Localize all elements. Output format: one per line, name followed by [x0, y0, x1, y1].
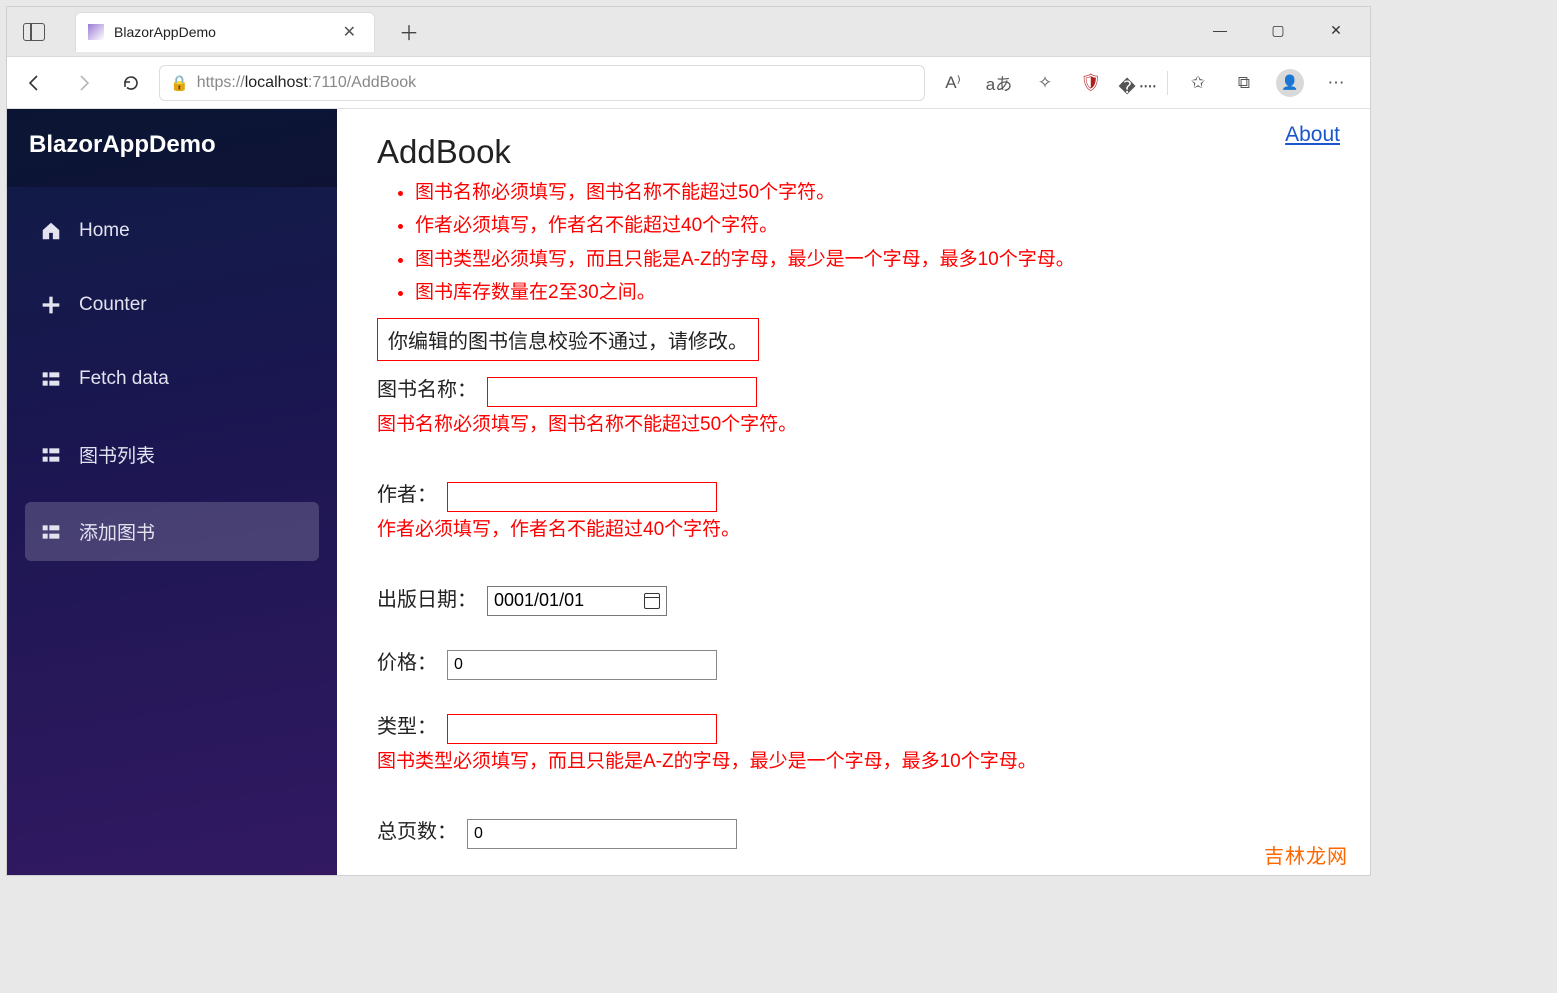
watermark-text: 吉林龙网	[1264, 840, 1348, 869]
favorites-bar-icon[interactable]: ✩	[1178, 63, 1218, 103]
adblock-icon[interactable]: 🛡	[1071, 63, 1111, 103]
sidebar-item-addbook[interactable]: 添加图书	[25, 502, 319, 561]
title-bar: BlazorAppDemo ✕ ＋ — ▢ ✕	[7, 7, 1370, 57]
field-type-label: 类型：	[377, 710, 437, 739]
menu-icon[interactable]: ⋯	[1316, 63, 1356, 103]
validation-summary-box: 你编辑的图书信息校验不通过，请修改。	[377, 318, 759, 361]
address-bar: 🔒 https://localhost:7110/AddBook A⁾ aあ ✧…	[7, 57, 1370, 109]
browser-window: BlazorAppDemo ✕ ＋ — ▢ ✕ 🔒 https://localh…	[6, 6, 1371, 876]
favorite-icon[interactable]: ✧	[1025, 63, 1065, 103]
field-name-label: 图书名称：	[377, 373, 477, 402]
tab-favicon-icon	[88, 24, 104, 40]
new-tab-button[interactable]: ＋	[385, 17, 433, 46]
nav-list: Home Counter Fetch data 图书列表 添加图书	[7, 187, 337, 577]
main-content: About AddBook 图书名称必须填写，图书名称不能超过50个字符。 作者…	[337, 109, 1370, 875]
window-close-button[interactable]: ✕	[1308, 13, 1364, 47]
page-title: AddBook	[377, 133, 1340, 171]
minimize-button[interactable]: —	[1192, 13, 1248, 47]
validation-summary-list: 图书名称必须填写，图书名称不能超过50个字符。 作者必须填写，作者名不能超过40…	[415, 177, 1340, 308]
page-viewport: BlazorAppDemo Home Counter Fetch data 图书…	[7, 109, 1370, 875]
list-icon	[39, 367, 63, 391]
toolbar-icons: A⁾ aあ ✧ 🛡 �᠁ ✩ ⧉ 👤 ⋯	[933, 63, 1362, 103]
translate-icon[interactable]: aあ	[979, 63, 1019, 103]
about-link[interactable]: About	[1285, 123, 1340, 147]
field-price-label: 价格：	[377, 646, 437, 675]
calendar-icon[interactable]	[644, 593, 660, 609]
field-name-error: 图书名称必须填写，图书名称不能超过50个字符。	[377, 409, 1340, 436]
home-icon	[39, 219, 63, 243]
lock-icon: 🔒	[170, 74, 189, 92]
tab-title: BlazorAppDemo	[114, 24, 327, 40]
url-input[interactable]: 🔒 https://localhost:7110/AddBook	[159, 65, 925, 101]
window-controls: — ▢ ✕	[1192, 13, 1364, 47]
extensions-icon[interactable]: �᠁	[1117, 63, 1157, 103]
field-pages-row: 总页数：	[377, 815, 1340, 849]
maximize-button[interactable]: ▢	[1250, 13, 1306, 47]
divider	[1167, 71, 1168, 95]
field-date-input[interactable]: 0001/01/01	[487, 586, 667, 616]
collections-icon[interactable]: ⧉	[1224, 63, 1264, 103]
back-button[interactable]	[15, 63, 55, 103]
url-text: https://localhost:7110/AddBook	[197, 74, 416, 92]
browser-tab[interactable]: BlazorAppDemo ✕	[75, 12, 375, 52]
sidebar-item-counter[interactable]: Counter	[25, 277, 319, 333]
tab-close-icon[interactable]: ✕	[337, 20, 362, 44]
field-price-row: 价格：	[377, 646, 1340, 680]
plus-icon	[39, 293, 63, 317]
validation-error-item: 作者必须填写，作者名不能超过40个字符。	[415, 210, 1340, 241]
title-left: BlazorAppDemo ✕ ＋	[7, 12, 433, 52]
field-type-row: 类型：	[377, 710, 1340, 744]
field-price-input[interactable]	[447, 650, 717, 680]
panel-toggle-icon[interactable]	[23, 23, 45, 41]
forward-button[interactable]	[63, 63, 103, 103]
sidebar: BlazorAppDemo Home Counter Fetch data 图书…	[7, 109, 337, 875]
sidebar-item-label: Home	[79, 220, 130, 242]
read-aloud-icon[interactable]: A⁾	[933, 63, 973, 103]
field-author-label: 作者：	[377, 478, 437, 507]
sidebar-item-fetchdata[interactable]: Fetch data	[25, 351, 319, 407]
field-date-label: 出版日期：	[377, 583, 477, 612]
list-icon	[39, 520, 63, 544]
sidebar-item-label: Fetch data	[79, 368, 169, 390]
field-pages-input[interactable]	[467, 819, 737, 849]
validation-error-item: 图书名称必须填写，图书名称不能超过50个字符。	[415, 177, 1340, 208]
field-type-input[interactable]	[447, 714, 717, 744]
reload-button[interactable]	[111, 63, 151, 103]
sidebar-item-label: Counter	[79, 294, 147, 316]
sidebar-item-label: 添加图书	[79, 518, 155, 545]
field-pages-label: 总页数：	[377, 815, 457, 844]
validation-error-item: 图书类型必须填写，而且只能是A-Z的字母，最少是一个字母，最多10个字母。	[415, 244, 1340, 275]
date-value: 0001/01/01	[494, 590, 584, 611]
list-icon	[39, 443, 63, 467]
field-author-row: 作者：	[377, 478, 1340, 512]
field-type-error: 图书类型必须填写，而且只能是A-Z的字母，最少是一个字母，最多10个字母。	[377, 746, 1340, 773]
brand-title[interactable]: BlazorAppDemo	[7, 109, 337, 187]
field-name-row: 图书名称：	[377, 373, 1340, 407]
sidebar-item-booklist[interactable]: 图书列表	[25, 425, 319, 484]
field-date-row: 出版日期： 0001/01/01	[377, 583, 1340, 616]
validation-error-item: 图书库存数量在2至30之间。	[415, 277, 1340, 308]
sidebar-item-home[interactable]: Home	[25, 203, 319, 259]
field-author-input[interactable]	[447, 482, 717, 512]
field-author-error: 作者必须填写，作者名不能超过40个字符。	[377, 514, 1340, 541]
sidebar-item-label: 图书列表	[79, 441, 155, 468]
field-name-input[interactable]	[487, 377, 757, 407]
profile-icon[interactable]: 👤	[1270, 63, 1310, 103]
